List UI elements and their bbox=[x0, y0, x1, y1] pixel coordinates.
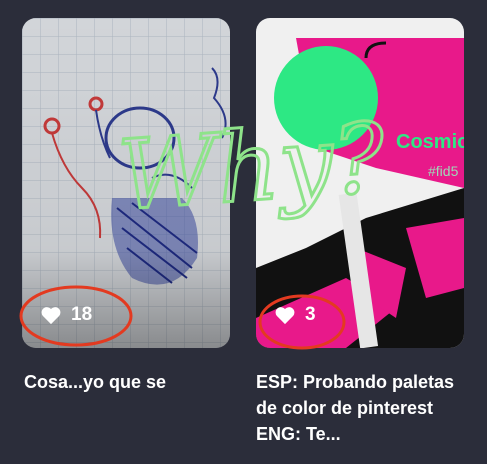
heart-icon bbox=[40, 305, 62, 325]
post-title-1[interactable]: Cosa...yo que se bbox=[24, 369, 234, 395]
like-count: 3 bbox=[274, 304, 316, 326]
post-thumbnail-1[interactable] bbox=[22, 18, 230, 348]
post-thumbnail-2[interactable]: Cosmic #fid5 bbox=[256, 18, 464, 348]
post-card-2[interactable]: Cosmic #fid5 3 bbox=[256, 18, 464, 348]
like-count-value: 18 bbox=[71, 304, 93, 325]
like-count: 18 bbox=[40, 304, 92, 326]
heart-icon bbox=[274, 305, 296, 325]
post-title-2[interactable]: ESP: Probando paletas de color de pinter… bbox=[256, 369, 466, 447]
post-card-1[interactable]: 18 bbox=[22, 18, 230, 348]
thumb-text-cosmic: Cosmic bbox=[396, 131, 464, 153]
like-count-value: 3 bbox=[305, 304, 316, 325]
thumb-text-hashtag: #fid5 bbox=[428, 163, 459, 179]
